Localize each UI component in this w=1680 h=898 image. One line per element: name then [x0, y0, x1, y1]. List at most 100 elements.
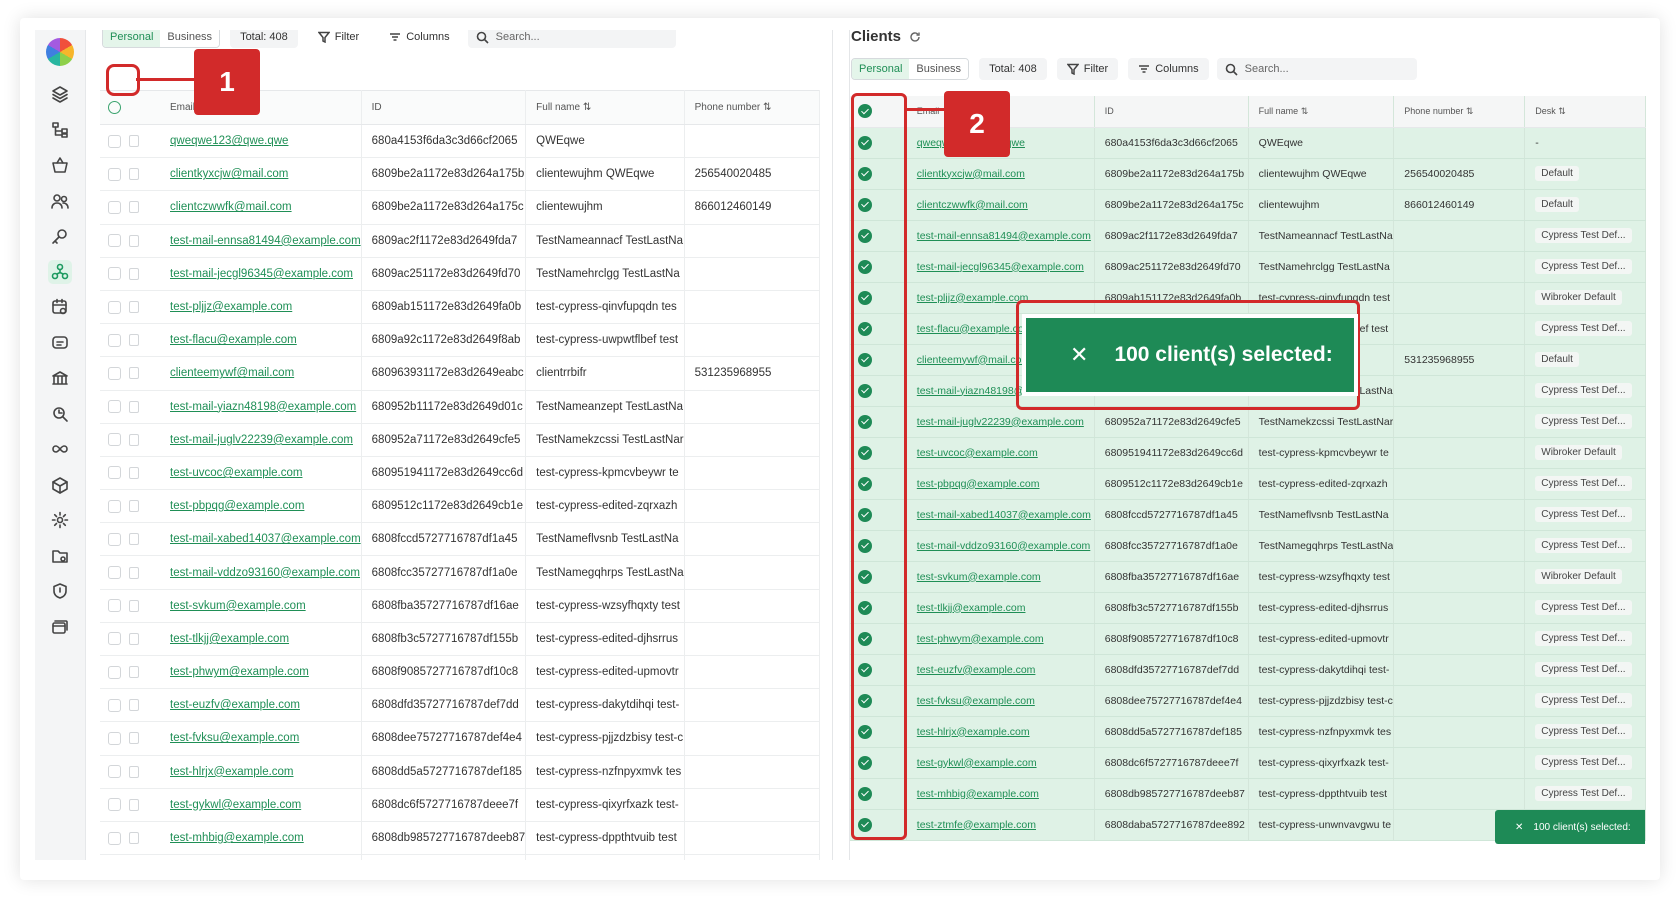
sidebar-item-layers[interactable] — [48, 82, 72, 106]
table-row[interactable]: test-uvcoc@example.com 680951941172e83d26… — [100, 456, 820, 491]
table-row[interactable]: test-euzfv@example.com 6808dfd35727716787… — [100, 688, 820, 723]
row-checkbox[interactable] — [108, 599, 121, 613]
row-checkbox[interactable] — [108, 798, 121, 812]
bookmark-icon[interactable] — [129, 466, 139, 479]
email-link[interactable]: test-mail-jecgl96345@example.com — [917, 261, 1084, 273]
row-checkbox[interactable] — [108, 466, 121, 480]
table-row[interactable]: test-gykwl@example.com 6808dc6f5727716787… — [100, 788, 820, 822]
email-link[interactable]: test-svkum@example.com — [170, 600, 306, 612]
email-link[interactable]: test-svkum@example.com — [917, 571, 1041, 583]
email-link[interactable]: test-pljjz@example.com — [170, 301, 292, 313]
email-link[interactable]: test-mail-vddzo93160@example.com — [170, 567, 360, 579]
close-icon[interactable]: ✕ — [1070, 342, 1088, 368]
segment-personal[interactable]: Personal — [103, 30, 161, 47]
sort-icon[interactable]: ⇅ — [1558, 106, 1566, 116]
row-checkbox[interactable] — [108, 632, 121, 646]
header-email[interactable]: Email — [160, 90, 362, 125]
table-row[interactable]: test-euzfv@example.com 6808dfd35727716787… — [850, 654, 1646, 686]
table-row[interactable]: test-pljjz@example.com 6809ab151172e83d26… — [100, 290, 820, 325]
row-checkbox[interactable] — [108, 831, 121, 845]
sort-icon[interactable]: ⇅ — [1466, 106, 1474, 116]
bookmark-icon[interactable] — [129, 334, 139, 347]
bookmark-icon[interactable] — [129, 798, 139, 811]
row-checkbox[interactable] — [108, 433, 121, 447]
sidebar-item-shield[interactable] — [48, 579, 72, 603]
bookmark-icon[interactable] — [129, 433, 139, 446]
bookmark-icon[interactable] — [129, 732, 139, 745]
table-row[interactable]: test-pbpqg@example.com 6809512c1172e83d26… — [850, 468, 1646, 500]
bookmark-icon[interactable] — [129, 267, 139, 280]
sidebar-item-box[interactable] — [48, 473, 72, 497]
sidebar-item-chat[interactable] — [48, 331, 72, 355]
sidebar-item-cards[interactable] — [48, 615, 72, 639]
table-row[interactable]: test-hlrjx@example.com 6808dd5a5727716787… — [100, 755, 820, 789]
email-link[interactable]: clientczwwfk@mail.com — [170, 201, 292, 213]
sort-icon[interactable]: ⇅ — [763, 102, 771, 113]
row-checkbox[interactable] — [108, 400, 121, 414]
table-row[interactable]: test-phwym@example.com 6808f9085727716787… — [100, 655, 820, 690]
row-checkbox[interactable] — [108, 566, 121, 580]
filter-button[interactable]: Filter — [307, 30, 370, 48]
table-row[interactable]: test-svkum@example.com 6808fba35727716787… — [850, 561, 1646, 593]
bookmark-icon[interactable] — [129, 367, 139, 380]
row-checkbox[interactable] — [108, 366, 121, 380]
row-checkbox[interactable] — [108, 134, 121, 148]
sidebar-item-basket[interactable] — [48, 153, 72, 177]
table-row[interactable]: test-phwym@example.com 6808f9085727716787… — [850, 623, 1646, 655]
bookmark-icon[interactable] — [129, 832, 139, 845]
sidebar-item-settings[interactable] — [48, 508, 72, 532]
table-row[interactable]: clientkyxcjw@mail.com 6809be2a1172e83d264… — [100, 157, 820, 192]
bookmark-icon[interactable] — [129, 500, 139, 513]
sidebar-item-folder[interactable] — [48, 544, 72, 568]
email-link[interactable]: test-mhbig@example.com — [917, 788, 1039, 800]
table-row[interactable]: test-mail-juglv22239@example.com 680952a7… — [100, 423, 820, 457]
columns-button[interactable]: Columns — [1128, 58, 1209, 80]
email-link[interactable]: test-pbpqg@example.com — [917, 478, 1040, 490]
row-checkbox[interactable] — [108, 731, 121, 745]
email-link[interactable]: test-gykwl@example.com — [917, 757, 1037, 769]
email-link[interactable]: test-ztmfe@example.com — [917, 819, 1036, 831]
header-full-name[interactable]: Full name ⇅ — [525, 90, 685, 125]
row-checkbox[interactable] — [108, 665, 121, 679]
segment-business[interactable]: Business — [909, 59, 969, 79]
table-row[interactable]: test-mail-jecgl96345@example.com 6809ac25… — [100, 257, 820, 291]
table-row[interactable]: clientczwwfk@mail.com 6809be2a1172e83d264… — [850, 189, 1646, 221]
sidebar-item-wallet[interactable] — [48, 402, 72, 426]
email-link[interactable]: clienteemywf@mail.com — [170, 367, 294, 379]
row-checkbox[interactable] — [108, 499, 121, 513]
table-row[interactable]: test-pbpqg@example.com 6809512c1172e83d26… — [100, 489, 820, 524]
app-logo[interactable] — [46, 38, 74, 66]
bookmark-icon[interactable] — [129, 599, 139, 612]
email-link[interactable]: test-fvksu@example.com — [917, 695, 1035, 707]
bookmark-icon[interactable] — [129, 400, 139, 413]
email-link[interactable]: test-mail-ennsa81494@example.com — [917, 230, 1091, 242]
table-row[interactable]: test-mail-xabed14037@example.com 6808fccd… — [100, 522, 820, 557]
table-row[interactable]: test-tlkjj@example.com 6808fb3c5727716787… — [100, 622, 820, 657]
email-link[interactable]: test-mail-vddzo93160@example.com — [917, 540, 1091, 552]
segment-business[interactable]: Business — [160, 30, 220, 47]
bookmark-icon[interactable] — [129, 632, 139, 645]
table-row[interactable]: test-fvksu@example.com 6808dee75727716787… — [100, 721, 820, 756]
refresh-icon[interactable] — [909, 31, 921, 43]
header-phone[interactable]: Phone number ⇅ — [1393, 96, 1526, 128]
filter-button[interactable]: Filter — [1056, 58, 1119, 80]
bookmark-icon[interactable] — [129, 533, 139, 546]
header-id[interactable]: ID — [361, 90, 527, 125]
email-link[interactable]: test-mail-xabed14037@example.com — [170, 533, 360, 545]
table-row[interactable]: test-mail-ennsa81494@example.com 6809ac2f… — [100, 224, 820, 258]
client-type-switch[interactable]: Personal Business — [102, 30, 221, 48]
email-link[interactable]: test-euzfv@example.com — [170, 699, 300, 711]
email-link[interactable]: qweqwe123@qwe.qwe — [170, 135, 288, 147]
sort-icon[interactable]: ⇅ — [583, 102, 591, 113]
row-checkbox[interactable] — [108, 300, 121, 314]
row-checkbox[interactable] — [108, 333, 121, 347]
header-id[interactable]: ID — [1094, 96, 1249, 128]
email-link[interactable]: clientczwwfk@mail.com — [917, 199, 1028, 211]
email-link[interactable]: test-phwym@example.com — [917, 633, 1044, 645]
email-link[interactable]: test-mail-ennsa81494@example.com — [170, 235, 360, 247]
sidebar-item-clients[interactable] — [48, 259, 72, 284]
row-checkbox[interactable] — [108, 698, 121, 712]
select-all-checkbox[interactable] — [108, 101, 121, 114]
row-checkbox[interactable] — [108, 167, 121, 181]
sort-icon[interactable]: ⇅ — [1301, 106, 1309, 116]
